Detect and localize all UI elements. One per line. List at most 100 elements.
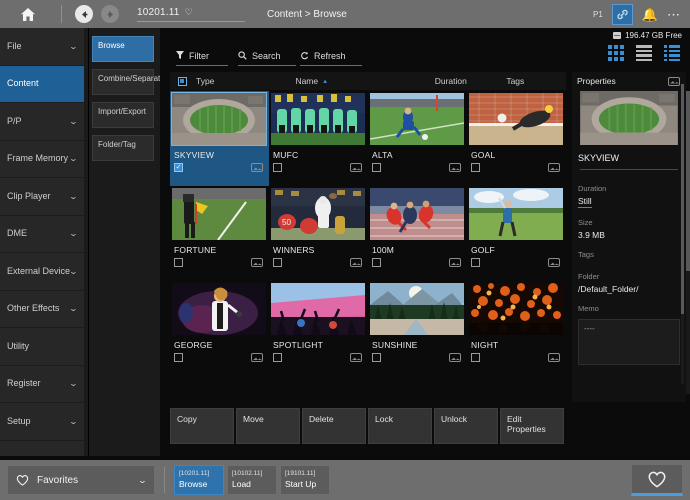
task-load[interactable]: [10102.11] Load [227, 465, 277, 495]
submenu-item-combine-separate[interactable]: Combine/Separate [92, 69, 154, 95]
sidebar-item-external-device[interactable]: External Device ⌄ [0, 253, 84, 291]
content-item-checkbox[interactable] [273, 353, 282, 362]
content-item[interactable]: SKYVIEW [170, 91, 269, 186]
content-grid[interactable]: SKYVIEW [170, 91, 566, 394]
content-item-checkbox[interactable] [273, 258, 282, 267]
grid-view-button[interactable] [608, 45, 624, 61]
select-all-checkbox[interactable] [178, 77, 187, 86]
sidebar-item-setup[interactable]: Setup ⌄ [0, 403, 84, 441]
sidebar-item-pp[interactable]: P/P ⌄ [0, 103, 84, 141]
content-item-checkbox[interactable] [273, 163, 282, 172]
sidebar-item-label: File [7, 41, 22, 52]
move-button[interactable]: Move [236, 408, 300, 444]
image-icon [449, 258, 461, 267]
back-button[interactable] [75, 5, 93, 23]
column-header-type[interactable]: Type [196, 76, 295, 86]
content-item[interactable]: GOLF [467, 186, 566, 281]
favorite-toggle-button[interactable] [631, 464, 683, 496]
field-value: 3.9 MB [578, 230, 680, 240]
content-item-checkbox[interactable] [471, 258, 480, 267]
sidebar-item-label: Frame Memory [7, 153, 68, 164]
content-item-name: SUNSHINE [370, 335, 464, 353]
sidebar-item-dme[interactable]: DME ⌄ [0, 216, 84, 254]
field-value[interactable]: Still [578, 196, 592, 208]
content-item-checkbox[interactable] [174, 353, 183, 362]
content-item[interactable]: MUFC [269, 91, 368, 186]
content-item[interactable]: ALTA [368, 91, 467, 186]
divider [580, 169, 678, 170]
edit-properties-button[interactable]: Edit Properties [500, 408, 564, 444]
content-item[interactable]: GOAL [467, 91, 566, 186]
application-window: 10201.11 ♡ Content > Browse P1 🔔 ⋯ File … [0, 0, 690, 500]
field-value[interactable]: /Default_Folder/ [578, 284, 680, 294]
submenu-item-import-export[interactable]: Import/Export [92, 102, 154, 128]
column-header-name[interactable]: Name▲ [295, 76, 434, 86]
content-item[interactable]: GEORGE [170, 281, 269, 376]
content-item-checkbox[interactable] [174, 163, 183, 172]
content-item-checkbox[interactable] [372, 163, 381, 172]
image-icon [251, 353, 263, 362]
content-item-checkbox[interactable] [372, 258, 381, 267]
bell-icon[interactable]: 🔔 [642, 8, 658, 21]
thumbnail [271, 93, 365, 145]
task-browse[interactable]: [10201.11] Browse [174, 465, 224, 495]
content-item-checkbox[interactable] [471, 353, 480, 362]
content-toolbar: Filter Search Refresh [160, 44, 690, 70]
sidebar-item-file[interactable]: File ⌄ [0, 28, 84, 66]
content-item[interactable]: 50 WINNERS [269, 186, 368, 281]
menu-id-field[interactable]: 10201.11 ♡ [137, 6, 245, 22]
submenu-item-folder-tag[interactable]: Folder/Tag [92, 135, 154, 161]
home-button[interactable] [0, 0, 56, 28]
content-item-checkbox[interactable] [471, 163, 480, 172]
image-icon [548, 353, 560, 362]
sidebar-item-register[interactable]: Register ⌄ [0, 366, 84, 404]
content-item-name: MUFC [271, 145, 365, 163]
forward-button[interactable] [101, 5, 119, 23]
memo-textarea[interactable]: ---- [578, 319, 680, 365]
content-item[interactable]: FORTUNE [170, 186, 269, 281]
list-view-button[interactable] [636, 45, 652, 61]
sidebar-item-frame-memory[interactable]: Frame Memory ⌄ [0, 141, 84, 179]
submenu-item-browse[interactable]: Browse [92, 36, 154, 62]
copy-button[interactable]: Copy [170, 408, 234, 444]
unlock-button[interactable]: Unlock [434, 408, 498, 444]
scrollbar-thumb[interactable] [686, 91, 690, 271]
search-magnifier-icon [238, 51, 247, 60]
properties-scrollbar[interactable] [681, 84, 684, 384]
content-item[interactable]: SUNSHINE [368, 281, 467, 376]
filter-button[interactable]: Filter [176, 47, 228, 66]
content-item[interactable]: NIGHT [467, 281, 566, 376]
favorites-dropdown[interactable]: Favorites ⌄ [7, 465, 155, 495]
scrollbar-thumb[interactable] [681, 84, 684, 314]
detail-view-button[interactable] [664, 45, 680, 61]
content-scrollbar[interactable] [686, 91, 690, 394]
link-button[interactable] [612, 4, 633, 25]
sidebar-item-label: Setup [7, 416, 31, 427]
sidebar-item-clip-player[interactable]: Clip Player ⌄ [0, 178, 84, 216]
refresh-button[interactable]: Refresh [300, 47, 362, 66]
content-item[interactable]: SPOTLIGHT [269, 281, 368, 376]
column-header-row: Type Name▲ Duration Tags [170, 72, 566, 90]
thumbnail [172, 283, 266, 335]
sort-ascending-icon: ▲ [322, 79, 328, 85]
image-icon [548, 163, 560, 172]
chevron-down-icon: ⌄ [69, 117, 79, 126]
column-header-duration[interactable]: Duration [435, 76, 507, 86]
more-dots-icon[interactable]: ⋯ [667, 8, 681, 21]
task-id: [19101.11] [285, 469, 325, 479]
lock-button[interactable]: Lock [368, 408, 432, 444]
content-item-checkbox[interactable] [174, 258, 183, 267]
content-item-checkbox[interactable] [372, 353, 381, 362]
heart-outline-icon[interactable]: ♡ [185, 7, 193, 18]
sidebar-item-content[interactable]: Content [0, 66, 84, 104]
top-bar: 10201.11 ♡ Content > Browse P1 🔔 ⋯ [0, 0, 690, 28]
delete-button[interactable]: Delete [302, 408, 366, 444]
chevron-down-icon: ⌄ [69, 304, 79, 313]
content-item[interactable]: 100M [368, 186, 467, 281]
sidebar-item-utility[interactable]: Utility [0, 328, 84, 366]
favorites-label: Favorites [37, 475, 78, 486]
sidebar-item-other-effects[interactable]: Other Effects ⌄ [0, 291, 84, 329]
column-header-tags[interactable]: Tags [506, 76, 566, 86]
task-start-up[interactable]: [19101.11] Start Up [280, 465, 330, 495]
search-button[interactable]: Search [238, 47, 296, 66]
